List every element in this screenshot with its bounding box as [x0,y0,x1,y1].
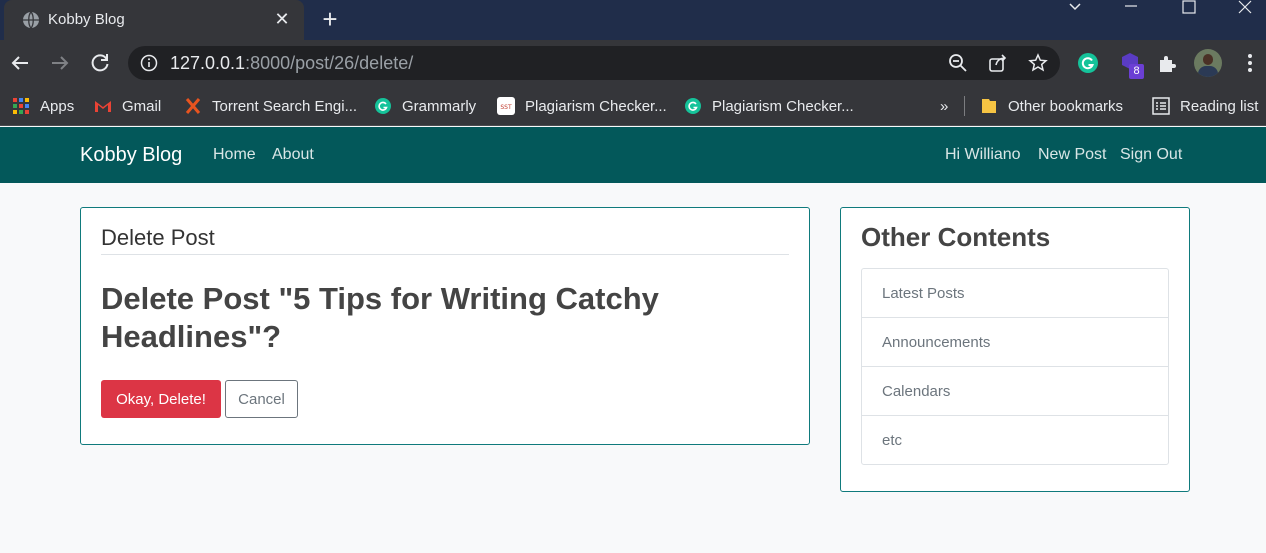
bookmark-label: Gmail [122,97,162,115]
more-menu-icon[interactable] [1238,51,1262,75]
svg-text:SST: SST [500,104,512,111]
close-tab-icon[interactable]: ✕ [272,9,292,29]
bookmark-star-icon[interactable] [1028,53,1048,73]
bookmark-torrent[interactable]: Torrent Search Engi... [184,95,357,117]
grammarly-icon [685,98,701,114]
bookmarks-divider [964,96,965,116]
tab-search-icon[interactable] [1052,0,1098,28]
forward-icon[interactable] [46,49,74,77]
puzzle-extensions-icon[interactable] [1156,51,1180,75]
bookmark-label: Plagiarism Checker... [525,97,667,115]
other-bookmarks[interactable]: Other bookmarks [980,95,1123,117]
sidebar-title: Other Contents [861,222,1051,252]
site-brand[interactable]: Kobby Blog [80,144,182,167]
confirm-delete-button[interactable]: Okay, Delete! [101,380,221,418]
cancel-button[interactable]: Cancel [225,380,298,418]
extension-badge: 8 [1129,64,1144,79]
bookmark-label: Plagiarism Checker... [712,97,854,115]
site-info-icon[interactable] [140,54,158,72]
torrent-icon [185,98,201,114]
maximize-icon[interactable] [1166,0,1212,28]
bookmark-apps[interactable]: Apps [12,95,74,117]
address-bar[interactable]: 127.0.0.1:8000/post/26/delete/ [128,46,1060,80]
zoom-out-icon[interactable] [948,53,968,73]
apps-grid-icon [13,98,29,114]
sidebar-item-etc[interactable]: etc [862,416,1168,464]
extension-with-badge[interactable]: 8 [1118,51,1148,79]
profile-avatar[interactable] [1194,49,1222,77]
card-header: Delete Post [101,225,789,255]
sidebar-card: Other Contents Latest Posts Announcement… [840,207,1190,492]
tab-title: Kobby Blog [48,11,125,28]
reload-icon[interactable] [86,49,114,77]
nav-sign-out[interactable]: Sign Out [1120,146,1182,164]
browser-toolbar: 127.0.0.1:8000/post/26/delete/ 8 [0,40,1266,86]
nav-about[interactable]: About [272,146,314,164]
sidebar-list: Latest Posts Announcements Calendars etc [861,268,1169,465]
reading-list-icon [1152,97,1170,115]
sidebar-item-calendars[interactable]: Calendars [862,367,1168,416]
delete-post-card: Delete Post Delete Post "5 Tips for Writ… [80,207,810,445]
reading-list[interactable]: Reading list [1152,95,1258,117]
overflow-chevron-icon: » [940,97,949,115]
grammarly-icon [375,98,391,114]
reading-list-label: Reading list [1180,97,1259,115]
nav-new-post[interactable]: New Post [1038,146,1106,164]
nav-home[interactable]: Home [213,146,256,164]
url-text: 127.0.0.1:8000/post/26/delete/ [170,53,413,74]
other-bookmarks-label: Other bookmarks [1008,97,1124,115]
bookmark-grammarly[interactable]: Grammarly [374,95,476,117]
sst-icon: SST [497,97,515,115]
bookmark-label: Torrent Search Engi... [212,97,358,115]
new-tab-icon[interactable]: + [316,6,344,34]
bookmarks-bar: Apps Gmail Torrent Search Engi... Gramma… [0,86,1266,126]
bookmark-gmail[interactable]: Gmail [94,95,161,117]
bookmark-label: Apps [40,97,75,115]
share-icon[interactable] [988,53,1008,73]
nav-greeting[interactable]: Hi Williano [945,146,1021,164]
minimize-icon[interactable] [1108,0,1154,28]
close-window-icon[interactable] [1222,0,1266,28]
sidebar-item-announcements[interactable]: Announcements [862,318,1168,367]
back-icon[interactable] [6,49,34,77]
browser-tab[interactable]: Kobby Blog ✕ [4,0,304,40]
sidebar-item-latest-posts[interactable]: Latest Posts [862,269,1168,318]
globe-icon [23,11,39,29]
browser-tab-strip: Kobby Blog ✕ + [0,0,1266,40]
bookmarks-overflow[interactable]: » [940,95,948,117]
bookmark-label: Grammarly [402,97,477,115]
bookmark-plagiarism-sst[interactable]: SST Plagiarism Checker... [497,95,667,117]
delete-confirmation-heading: Delete Post "5 Tips for Writing Catchy H… [101,281,659,354]
folder-icon [982,99,996,113]
grammarly-extension-icon[interactable] [1076,51,1100,75]
bookmark-plagiarism-grammarly[interactable]: Plagiarism Checker... [684,95,854,117]
gmail-icon [95,101,111,112]
url-path: :8000/post/26/delete/ [245,53,414,73]
url-host: 127.0.0.1 [170,53,246,73]
site-navbar: Kobby Blog Home About Hi Williano New Po… [0,127,1266,183]
